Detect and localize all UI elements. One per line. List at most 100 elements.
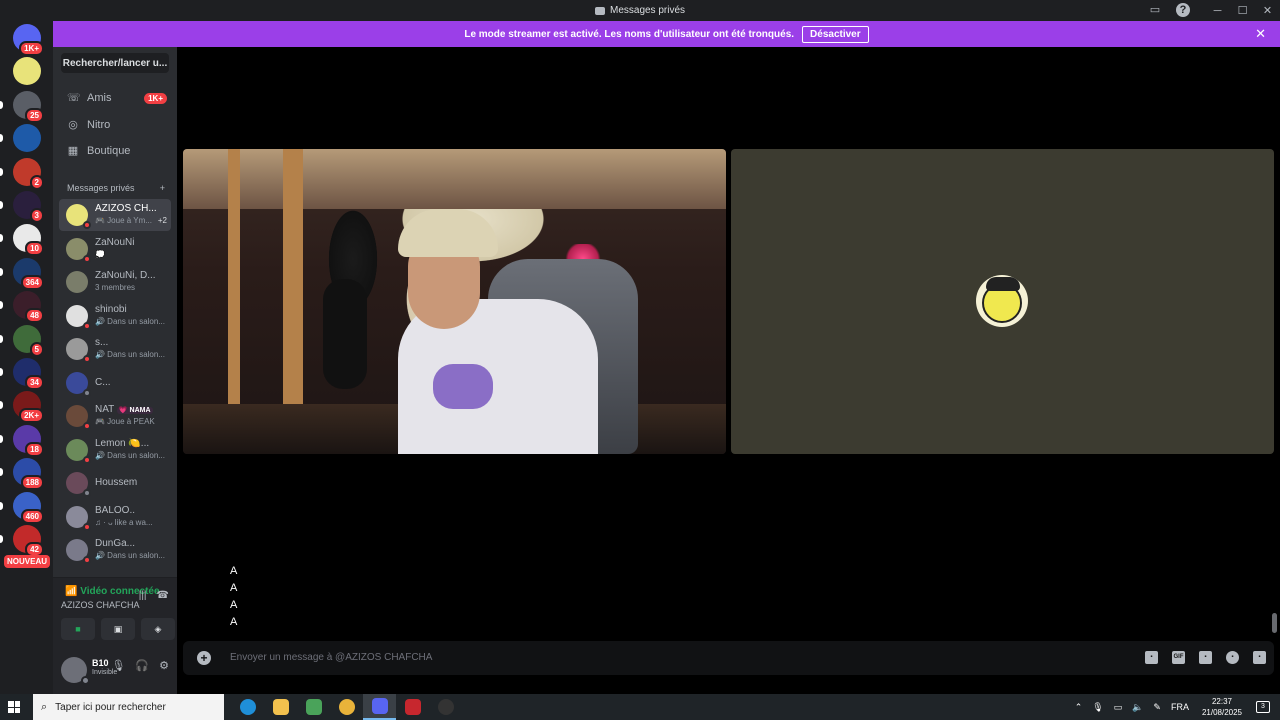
server-icon[interactable]: 3 (13, 191, 44, 223)
dm-item[interactable]: NAT 💗 NAMA 🎮 Joue à PEAK (59, 400, 171, 432)
friend-requests-badge: 1K+ (144, 92, 167, 104)
headphones-icon[interactable]: 🎧 (135, 659, 149, 672)
dm-header: Messages privés + (67, 183, 165, 193)
server-icon[interactable]: 5 (13, 324, 44, 357)
server-icon[interactable] (13, 57, 41, 86)
taskbar-app-voice-meeter[interactable] (396, 694, 429, 720)
message-input[interactable]: Envoyer un message à @AZIZOS CHAFCHA (230, 652, 432, 663)
server-icon[interactable]: 42 (13, 525, 44, 557)
mention-badge: 188 (20, 475, 44, 491)
participant-tile[interactable] (731, 149, 1274, 454)
taskbar-app-obs[interactable] (429, 694, 462, 720)
notification-center-icon[interactable]: 3 (1256, 701, 1270, 713)
server-icon[interactable]: 2K+ (13, 391, 44, 424)
camera-button[interactable]: ■ (61, 618, 95, 640)
windows-taskbar: ⌕ Taper ici pour rechercher ⌃ 🎙 ▭ 🔈 ✎ FR… (0, 694, 1280, 720)
maximize-button[interactable]: ☐ (1230, 4, 1255, 17)
status-indicator (83, 455, 91, 464)
unread-pill (0, 201, 3, 209)
volume-icon[interactable]: 🔈 (1132, 702, 1143, 713)
dm-item[interactable]: C... (59, 367, 171, 399)
dm-name: s... (95, 337, 109, 348)
disable-streamer-mode-button[interactable]: Désactiver (802, 25, 869, 43)
unread-pill (0, 535, 3, 543)
taskbar-app-edge[interactable] (231, 694, 264, 720)
chevron-up-icon[interactable]: ⌃ (1075, 702, 1083, 713)
explorer-icon (272, 699, 289, 715)
nav-nitro[interactable]: ◎ Nitro (59, 114, 171, 136)
add-dm-icon[interactable]: + (160, 183, 165, 193)
network-icon[interactable]: ▭ (1114, 702, 1123, 713)
screen-share-button[interactable]: ▣ (101, 618, 135, 640)
taskbar-app-discord[interactable] (363, 694, 396, 720)
status-indicator (83, 221, 91, 229)
server-icon[interactable]: 2 (13, 157, 44, 190)
avatar (66, 271, 88, 293)
mention-badge: 1K+ (19, 41, 44, 56)
dm-item[interactable]: ZaNouNi 💭 (59, 233, 171, 265)
dm-item[interactable]: DunGa... 🔊 Dans un salon... (59, 534, 171, 566)
dm-name: Houssem (95, 477, 138, 488)
dm-item[interactable]: Houssem (59, 467, 171, 499)
disconnect-icon[interactable]: ☎ (157, 590, 169, 601)
discord-icon (371, 698, 388, 714)
mention-badge: 2 (29, 174, 44, 190)
taskbar-app-store[interactable] (297, 694, 330, 720)
help-icon[interactable]: ? (1176, 3, 1190, 17)
gif-icon[interactable]: GIF (1172, 651, 1185, 664)
clock[interactable]: 22:37 21/08/2025 (1202, 696, 1242, 718)
gift-icon[interactable]: ▪ (1145, 651, 1158, 664)
server-icon[interactable]: 460 (13, 491, 44, 524)
dm-item[interactable]: BALOO.. ♫ · ᴗ like a wa... (59, 501, 171, 533)
search-icon: ⌕ (41, 700, 48, 713)
server-icon[interactable]: 18 (13, 424, 44, 457)
message-composer: + Envoyer un message à @AZIZOS CHAFCHA ▪… (183, 641, 1274, 675)
unread-pill (0, 267, 3, 276)
unread-pill (0, 434, 3, 443)
nav-amis[interactable]: ☏ Amis 1K+ (59, 87, 171, 109)
close-button[interactable]: ✕ (1255, 4, 1280, 17)
microphone-tray-icon[interactable]: 🎙 (1092, 702, 1103, 713)
video-stream-tile[interactable] (183, 149, 726, 454)
dm-item[interactable]: s... 🔊 Dans un salon... (59, 333, 171, 365)
settings-gear-icon[interactable]: ⚙ (159, 659, 169, 672)
message-list: AAAA (230, 564, 237, 632)
windows-start-icon[interactable] (8, 701, 20, 713)
sticker-icon[interactable]: ▪ (1199, 651, 1212, 664)
voice-channel-name[interactable]: AZIZOS CHAFCHA (61, 600, 140, 610)
noise-suppression-icon[interactable]: ||| (139, 590, 147, 601)
nav-boutique[interactable]: ▦ Boutique (59, 140, 171, 162)
taskbar-search[interactable]: ⌕ Taper ici pour rechercher (33, 694, 224, 720)
dm-item[interactable]: ZaNouNi, D... 3 membres (59, 266, 171, 298)
microphone-icon[interactable]: 🎙 (111, 659, 125, 672)
inbox-icon[interactable]: ▭ (1148, 3, 1162, 17)
server-icon[interactable]: 1K+ (13, 24, 44, 56)
language-indicator[interactable]: FRA (1171, 702, 1189, 712)
emoji-icon[interactable]: ▪ (1226, 651, 1239, 664)
server-icon[interactable]: 25 (13, 90, 44, 123)
scrollbar[interactable] (1272, 613, 1277, 633)
dm-name: Lemon 🍋... (95, 437, 150, 449)
mention-badge: 364 (20, 274, 44, 290)
pen-icon[interactable]: ✎ (1153, 702, 1161, 713)
dm-item[interactable]: Lemon 🍋... 🔊 Dans un salon... (59, 434, 171, 466)
server-icon[interactable] (13, 124, 41, 153)
activity-icon[interactable]: ▪ (1253, 651, 1266, 664)
activity-button[interactable]: ◈ (141, 618, 175, 640)
taskbar-app-chrome[interactable] (330, 694, 363, 720)
username[interactable]: B10 (92, 658, 109, 668)
attach-plus-icon[interactable]: + (197, 651, 211, 665)
unread-pill (0, 301, 3, 310)
server-icon[interactable]: 10 (13, 224, 44, 257)
minimize-button[interactable]: ─ (1205, 5, 1230, 17)
server-icon[interactable]: 364 (13, 257, 44, 290)
dm-item[interactable]: AZIZOS CH... 🎮 Joue à Ym... +2 (59, 199, 171, 231)
server-icon[interactable]: 188 (13, 458, 44, 491)
dm-item[interactable]: shinobi 🔊 Dans un salon... (59, 300, 171, 332)
taskbar-app-explorer[interactable] (264, 694, 297, 720)
search-launch-button[interactable]: Rechercher/lancer u... (61, 53, 169, 73)
server-icon[interactable]: 34 (13, 358, 44, 390)
server-icon[interactable]: 48 (13, 291, 44, 324)
new-badge[interactable]: NOUVEAU (4, 555, 51, 568)
close-banner-icon[interactable]: ✕ (1255, 26, 1266, 42)
